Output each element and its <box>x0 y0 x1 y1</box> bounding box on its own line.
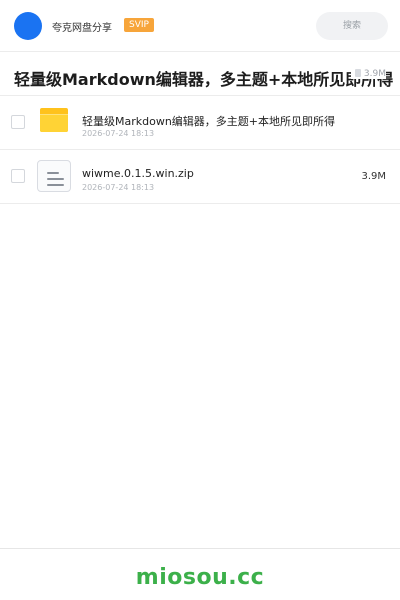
list-item[interactable]: 轻量级Markdown编辑器，多主题+本地所见即所得 2026-07-24 18… <box>0 96 400 150</box>
share-size-value: 3.9M <box>363 69 386 79</box>
list-item[interactable]: wiwme.0.1.5.win.zip 2026-07-24 18:13 3.9… <box>0 150 400 204</box>
select-checkbox[interactable] <box>11 115 25 129</box>
search-input[interactable]: 搜索 <box>316 12 388 40</box>
avatar[interactable] <box>14 12 42 40</box>
share-title: 轻量级Markdown编辑器，多主题+本地所见即所得 <box>14 70 394 89</box>
app-name: 夸克网盘分享 <box>52 23 112 34</box>
share-title-bar: 轻量级Markdown编辑器，多主题+本地所见即所得 3.9M <box>0 52 400 96</box>
share-size: 3.9M <box>350 69 386 79</box>
select-checkbox[interactable] <box>11 169 25 183</box>
file-size: 3.9M <box>361 171 386 182</box>
zip-file-icon <box>37 160 71 192</box>
svip-badge: SVIP <box>124 18 154 32</box>
file-date: 2026-07-24 18:13 <box>82 129 155 138</box>
file-icon <box>354 69 361 77</box>
footer: miosou.cc <box>0 548 400 600</box>
folder-icon <box>40 108 68 132</box>
file-date: 2026-07-24 18:13 <box>82 183 155 192</box>
share-page: 夸克网盘分享 SVIP 搜索 轻量级Markdown编辑器，多主题+本地所见即所… <box>0 0 400 600</box>
file-name[interactable]: wiwme.0.1.5.win.zip <box>82 167 194 180</box>
file-name[interactable]: 轻量级Markdown编辑器，多主题+本地所见即所得 <box>82 113 335 129</box>
brand-logo-text[interactable]: miosou.cc <box>0 565 400 590</box>
header: 夸克网盘分享 SVIP 搜索 <box>0 0 400 52</box>
